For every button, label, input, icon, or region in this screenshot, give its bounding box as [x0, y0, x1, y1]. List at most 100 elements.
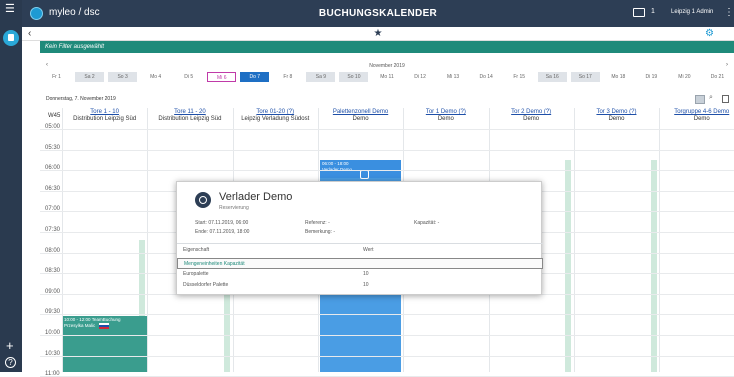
more-icon[interactable]: ⋮: [724, 7, 734, 18]
column-link[interactable]: Palettenzonell Demo: [318, 109, 403, 116]
menu-icon[interactable]: ☰: [5, 4, 17, 15]
property-row[interactable]: Europalette 10: [177, 269, 543, 280]
time-line: [40, 129, 734, 130]
day-17[interactable]: Mo 18: [604, 72, 633, 82]
day-20[interactable]: Do 21: [703, 72, 732, 82]
help-icon[interactable]: ?: [5, 357, 16, 368]
day-0[interactable]: Fr 1: [42, 72, 71, 82]
column-header: Tore 01-20 (?) Leipzig Verladung Südost: [233, 109, 318, 129]
column-location: Leipzig Verladung Südost: [241, 116, 310, 122]
calendar-nav-icon[interactable]: [3, 30, 19, 46]
column-location: Demo: [352, 116, 369, 122]
time-label: 06:30: [45, 185, 61, 192]
column-link[interactable]: Tore 01-20 (?): [233, 109, 318, 116]
notification-count[interactable]: 1: [651, 8, 655, 15]
day-8[interactable]: Sa 9: [306, 72, 336, 82]
property-name: Europalette: [183, 271, 209, 277]
reservation-icon: [195, 192, 211, 208]
popup-bemerkung: Bemerkung: -: [305, 229, 336, 235]
time-label: 11:00: [45, 371, 60, 377]
divider: [177, 243, 543, 244]
popup-start: Start: 07.11.2019, 06:00: [195, 220, 249, 226]
time-label: 10:00: [45, 330, 61, 336]
col-eigenschaft: Eigenschaft: [183, 247, 210, 253]
day-16[interactable]: So 17: [570, 72, 600, 82]
property-name: Düsseldorfer Palette: [183, 282, 229, 288]
day-14[interactable]: Fr 15: [505, 72, 534, 82]
time-label: 09:30: [45, 309, 61, 316]
time-label: 09:00: [45, 288, 61, 295]
day-10[interactable]: Mo 11: [372, 72, 401, 82]
time-label: 10:30: [45, 350, 61, 357]
column-separator: [62, 108, 63, 372]
time-label: 05:30: [45, 144, 61, 151]
day-6[interactable]: Do 7: [240, 72, 270, 82]
time-line: [40, 314, 734, 316]
column-header: Tor 2 Demo (?) Demo: [489, 109, 574, 129]
month-label: November 2019: [369, 63, 405, 69]
settings-icon[interactable]: ⚙: [705, 28, 714, 39]
column-link[interactable]: Torgruppe 4-6 Demo: [659, 109, 734, 116]
print-icon[interactable]: [722, 95, 729, 103]
property-row[interactable]: Mengeneinheiten Kapazität: [177, 258, 543, 269]
day-strip: Fr 1 Sa 2 So 3 Mo 4 Di 5 Mi 6 Do 7 Fr 8 Sa 9 So 1…: [40, 70, 734, 84]
day-2[interactable]: So 3: [108, 72, 138, 82]
day-18[interactable]: Di 19: [637, 72, 666, 82]
column-separator: [659, 108, 661, 372]
flag-icon: [99, 323, 110, 329]
column-header: Tor 3 Demo (?) Demo: [574, 109, 659, 129]
event-teambuchung[interactable]: 10:00 - 12:00 TeamBuchung Przesylka Mali…: [62, 316, 147, 372]
time-line: [40, 149, 734, 151]
day-1[interactable]: Sa 2: [75, 72, 105, 82]
left-sidebar: ☰ + ?: [0, 0, 22, 372]
column-separator: [573, 108, 575, 372]
day-4[interactable]: Di 5: [174, 72, 203, 82]
time-label: 07:30: [45, 227, 61, 233]
user-name[interactable]: Leipzig 1 Admin: [671, 9, 713, 15]
property-value: 10: [363, 282, 369, 288]
column-link[interactable]: Tor 2 Demo (?): [489, 109, 574, 116]
popup-end: Ende: 07.11.2019, 18:00: [195, 229, 250, 235]
col-wert: Wert: [363, 247, 374, 253]
time-label: 08:00: [45, 247, 61, 254]
time-line: [40, 170, 734, 172]
column-link[interactable]: Tore 1 - 10: [62, 109, 147, 116]
top-bar: myleo / dsc BUCHUNGSKALENDER 1 Leipzig 1…: [22, 0, 734, 27]
day-9[interactable]: So 10: [339, 72, 369, 82]
day-12[interactable]: Mi 13: [439, 72, 468, 82]
add-icon[interactable]: +: [6, 339, 14, 352]
page-title: BUCHUNGSKALENDER: [318, 8, 438, 19]
zoom-icon[interactable]: ⌕: [709, 94, 713, 102]
day-19[interactable]: Mi 20: [670, 72, 699, 82]
column-location: Demo: [608, 116, 625, 122]
column-link[interactable]: Tor 1 Demo (?): [403, 109, 488, 116]
property-row[interactable]: Düsseldorfer Palette 10: [177, 280, 543, 291]
time-label: 05:00: [45, 124, 61, 130]
day-3[interactable]: Mo 4: [141, 72, 170, 82]
column-link[interactable]: Tore 11 - 20: [147, 109, 232, 116]
day-11[interactable]: Di 12: [406, 72, 435, 82]
week-number: W45: [48, 113, 61, 119]
card-icon[interactable]: [633, 8, 645, 17]
column-location: Demo: [523, 116, 540, 122]
column-header: Tore 11 - 20 Distribution Leipzig Süd: [147, 109, 232, 129]
column-header: Palettenzonell Demo Demo: [318, 109, 403, 129]
column-header: Torgruppe 4-6 Demo Demo: [659, 109, 734, 129]
column-location: Demo: [693, 116, 710, 122]
column-link[interactable]: Tor 3 Demo (?): [574, 109, 659, 116]
month-row: ‹ November 2019 ›: [40, 60, 734, 70]
day-15[interactable]: Sa 16: [537, 72, 567, 82]
availability-stripe: [651, 160, 657, 372]
day-13[interactable]: Do 14: [472, 72, 501, 82]
time-label: 08:30: [45, 268, 61, 275]
column-location: Demo: [437, 116, 454, 122]
day-5[interactable]: Mi 6: [207, 72, 237, 82]
next-month-icon[interactable]: ›: [726, 62, 728, 68]
popup-subtitle: Reservierung: [219, 205, 249, 211]
calendar-icon[interactable]: [695, 95, 705, 104]
time-line: [40, 335, 734, 336]
favorite-icon[interactable]: ★: [22, 28, 734, 39]
column-header: Tor 1 Demo (?) Demo: [403, 109, 488, 129]
day-7[interactable]: Fr 8: [273, 72, 302, 82]
filter-bar[interactable]: Kein Filter ausgewählt: [40, 41, 734, 53]
